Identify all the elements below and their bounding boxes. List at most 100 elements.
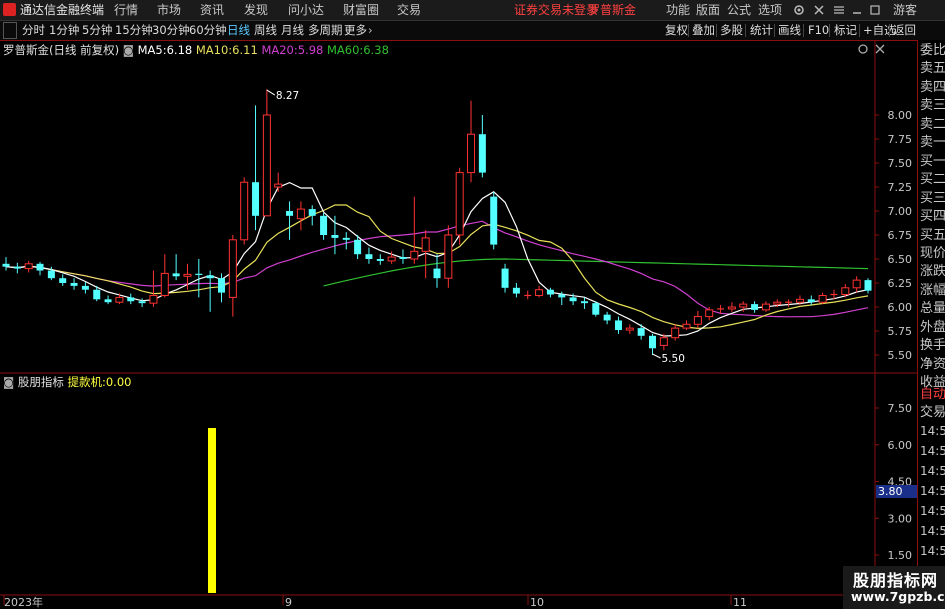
indicator-name: 股朋指标 [17,375,64,389]
tab-daily-active[interactable]: 日线 [227,21,250,40]
toolbar-toggle-icon[interactable] [3,22,17,39]
candle-down [104,299,112,303]
y-tick-label: 6.25 [888,277,913,290]
candle-down [603,314,611,321]
indicator-settings-icon[interactable]: ◙ [3,375,14,389]
candle-down [286,211,294,216]
candle-up [625,327,634,331]
tab-more[interactable]: 更多 [344,21,367,40]
quote-panel: 委比 卖五 卖四 卖三 卖二 卖一 买一 买二 买三 买四 买五 现价 涨跌 涨幅 总量 外盘 换手 净资 收益 自动… [917,40,945,609]
tab-15min[interactable]: 15分钟 [115,21,153,40]
candle-down [172,273,180,277]
x-tick-label: 11 [733,596,747,609]
divider [716,24,717,37]
candle-up [761,303,770,311]
candle-down [93,289,101,300]
x-tick-label: 9 [285,596,292,609]
btn-fuquan[interactable]: 复权 [665,21,688,40]
menu-item-wenxiaoda[interactable]: 问小达 [288,0,324,20]
quote-label: 总量 [920,301,945,317]
candle-down [2,263,10,267]
tab-fenshi[interactable]: 分时 [22,21,45,40]
candle-up [228,239,237,298]
menu-item-banmian[interactable]: 版面 [696,0,720,20]
y-tick-label: 5.50 [888,349,913,362]
quote-label: 买四 [920,209,945,225]
sub-y-tick-label: 3.00 [888,512,913,525]
low-pointer [652,353,661,359]
chevron-right-icon[interactable]: › [368,21,373,40]
y-tick-label: 6.00 [888,301,913,314]
trade-time: 14:56 [920,464,945,478]
guest-label[interactable]: 游客 [893,0,917,20]
candle-down [580,301,588,304]
y-tick-label: 6.50 [888,253,913,266]
tab-60min[interactable]: 60分钟 [189,21,227,40]
candle-down [320,215,328,235]
menu-item-shichang[interactable]: 市场 [157,0,181,20]
kline-chart[interactable]: 8.27 5.50 8.00 7.75 7.50 7.25 7.00 6.75 6.50 6.2… [0,40,917,609]
tab-monthly[interactable]: 月线 [281,21,304,40]
sub-y-tick-label: 7.50 [888,402,913,415]
tab-auto[interactable]: 自动 [920,386,945,405]
btn-diejia[interactable]: 叠加 [692,21,715,40]
maximize-icon[interactable] [869,4,881,16]
btn-duogu[interactable]: 多股 [720,21,743,40]
btn-tongji[interactable]: 统计 [750,21,773,40]
current-stock-name: 罗普斯金 [588,3,637,17]
tab-30min[interactable]: 30分钟 [152,21,190,40]
candle-up [467,133,476,174]
trade-time: 14:56 [920,484,945,498]
watermark: 股朋指标网 www.7gpzb.com [843,566,945,609]
candle-down [433,268,441,279]
menu-item-hangqing[interactable]: 行情 [114,0,138,20]
tab-weekly[interactable]: 周线 [254,21,277,40]
candle-down [127,297,135,302]
btn-f10[interactable]: F10 [808,21,829,40]
quote-label: 卖一 [920,135,945,151]
minimize-icon[interactable] [851,4,863,16]
watermark-line1: 股朋指标网 [853,571,939,590]
tab-5min[interactable]: 5分钟 [82,21,112,40]
btn-add-favorite[interactable]: +自选 [863,21,896,40]
candle-down [751,304,759,310]
menu-item-gongneng[interactable]: 功能 [666,0,690,20]
candle-down [501,268,509,288]
tab-trade[interactable]: 交易 [920,404,945,423]
candle-up [693,316,702,325]
candle-down [218,278,225,293]
btn-back[interactable]: 返回 [893,21,916,40]
quote-label: 净资 [920,356,945,372]
menu-item-faxian[interactable]: 发现 [244,0,268,20]
candle-down [354,239,362,255]
quote-label: 委比 [920,43,945,58]
divider [745,24,746,37]
menu-item-gongshi[interactable]: 公式 [727,0,751,20]
menu-item-xuanxiang[interactable]: 选项 [758,0,782,20]
tab-1min[interactable]: 1分钟 [49,21,79,40]
candle-up [795,298,804,303]
trade-time: 14:56 [920,544,945,558]
quote-label: 卖二 [920,116,945,132]
signal-bar [208,428,216,593]
app-logo-icon [3,3,16,16]
candle-up [818,294,827,303]
trade-login-status[interactable]: 证券交易未登录 [514,0,598,20]
candle-up [841,287,850,296]
menu-icon[interactable] [833,4,845,16]
btn-biaoji[interactable]: 标记 [834,21,857,40]
tab-multi-period[interactable]: 多周期 [308,21,343,40]
candle-up [296,208,305,220]
menu-item-jiaoyi[interactable]: 交易 [397,0,421,20]
y-tick-label: 7.50 [888,157,913,170]
candle-up [659,337,668,346]
menu-item-zixun[interactable]: 资讯 [200,0,224,20]
btn-huaxian[interactable]: 画线 [778,21,801,40]
menu-item-caifuquan[interactable]: 财富圈 [343,0,379,20]
settings-icon[interactable] [793,4,805,16]
series-value: 0.00 [105,375,132,389]
quote-label: 外盘 [920,319,945,335]
close-icon[interactable] [813,4,825,16]
candle-down [138,301,146,304]
divider [859,24,860,37]
